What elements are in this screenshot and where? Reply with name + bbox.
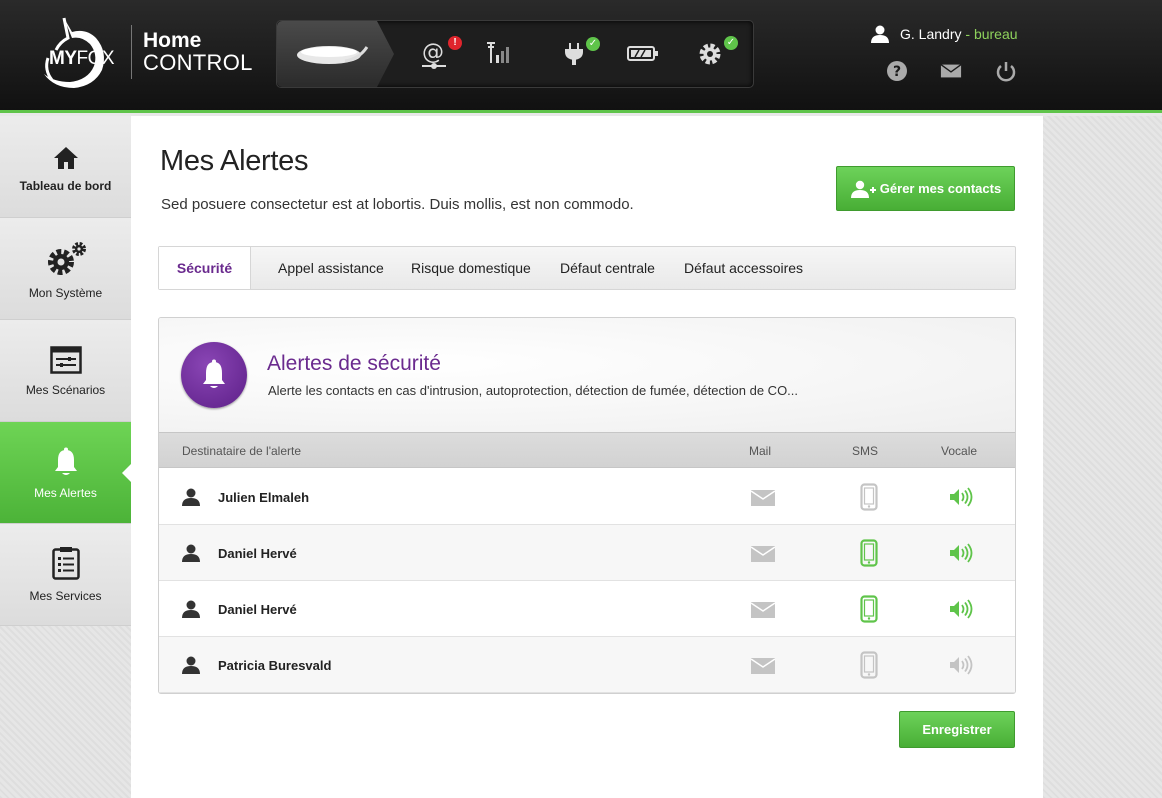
- central-device-icon: [297, 46, 369, 64]
- sidebar-item-services[interactable]: Mes Services: [0, 524, 131, 626]
- page-title: Mes Alertes: [160, 145, 309, 177]
- power-status[interactable]: ✓: [560, 37, 600, 69]
- header-sms: SMS: [852, 444, 879, 458]
- person-icon: [182, 600, 200, 618]
- home-icon: [54, 147, 78, 169]
- system-status[interactable]: ✓: [696, 36, 738, 69]
- person-icon: [182, 656, 200, 674]
- tab-defaut-accessoires[interactable]: Défaut accessoires: [684, 247, 803, 289]
- recipient-name: Patricia Buresvald: [218, 658, 332, 673]
- at-sign-icon: @: [422, 40, 446, 69]
- recipient-name: Julien Elmaleh: [218, 490, 310, 505]
- sidebar: Tableau de bord Mon Système Mes Scénario…: [0, 116, 132, 798]
- sidebar-item-label: Mon Système: [28, 286, 103, 300]
- battery-status[interactable]: [627, 39, 658, 69]
- right-background: [1043, 116, 1162, 798]
- save-button[interactable]: Enregistrer: [899, 711, 1015, 748]
- brand-divider: [131, 25, 132, 79]
- mail-toggle-icon[interactable]: [751, 658, 775, 674]
- table-row: Daniel Hervé: [159, 581, 1015, 637]
- vocal-toggle-icon[interactable]: [949, 655, 975, 675]
- sidebar-item-label: Mes Scénarios: [25, 383, 106, 397]
- signal-status[interactable]: [485, 39, 515, 69]
- page-subtitle: Sed posuere consectetur est at lobortis.…: [161, 196, 634, 213]
- bell-icon: [55, 447, 77, 475]
- table-row: Patricia Buresvald: [159, 637, 1015, 693]
- alert-tabs: Sécurité Appel assistance Risque domesti…: [158, 246, 1016, 290]
- person-icon: [182, 544, 200, 562]
- mail-toggle-icon[interactable]: [751, 546, 775, 562]
- vocal-toggle-icon[interactable]: [949, 599, 975, 619]
- email-alert-badge: !: [448, 36, 462, 50]
- contacts-icon: [851, 180, 876, 198]
- table-row: Julien Elmaleh: [159, 469, 1015, 525]
- clipboard-icon: [52, 547, 80, 580]
- mail-toggle-icon[interactable]: [751, 490, 775, 506]
- vocal-toggle-icon[interactable]: [949, 543, 975, 563]
- security-alerts-panel: Alertes de sécurité Alerte les contacts …: [158, 317, 1016, 694]
- header-vocal: Vocale: [941, 444, 978, 458]
- brand-line2: CONTROL: [143, 50, 253, 75]
- gears-icon: [48, 242, 86, 275]
- tab-risque-domestique[interactable]: Risque domestique: [411, 247, 531, 289]
- manage-contacts-button[interactable]: Gérer mes contacts: [836, 166, 1015, 211]
- status-bar: @ ! ✓ ✓: [276, 20, 754, 88]
- scenario-icon: [50, 346, 82, 374]
- manage-contacts-label: Gérer mes contacts: [879, 181, 1002, 196]
- sms-toggle-icon[interactable]: [860, 483, 878, 511]
- top-header: MYFOX Home CONTROL @ ! ✓ ✓ G. Landry - b…: [0, 0, 1162, 113]
- tab-securite[interactable]: Sécurité: [159, 247, 251, 289]
- main-content: Mes Alertes Sed posuere consectetur est …: [131, 116, 1043, 798]
- help-icon[interactable]: ?: [886, 60, 908, 82]
- recipient-name: Daniel Hervé: [218, 546, 297, 561]
- panel-title: Alertes de sécurité: [267, 352, 441, 375]
- panel-description: Alerte les contacts en cas d'intrusion, …: [268, 383, 799, 398]
- email-status[interactable]: @ !: [420, 36, 462, 69]
- signal-icon: [487, 42, 509, 63]
- sms-toggle-icon[interactable]: [860, 539, 878, 567]
- svg-text:?: ?: [893, 64, 901, 80]
- logo-text: MYFOX: [49, 48, 115, 69]
- battery-icon: [627, 46, 658, 61]
- svg-text:@: @: [422, 40, 444, 65]
- alert-badge: [181, 342, 247, 408]
- table-header: Destinataire de l'alerte Mail SMS Vocale: [159, 432, 1015, 468]
- user-location-sep: -: [961, 26, 974, 42]
- sidebar-item-dashboard[interactable]: Tableau de bord: [0, 116, 131, 218]
- user-name: G. Landry: [900, 26, 962, 42]
- brand-name: Home CONTROL: [143, 30, 253, 74]
- header-recipient: Destinataire de l'alerte: [182, 444, 302, 458]
- panel-header: Alertes de sécurité Alerte les contacts …: [159, 318, 1015, 432]
- power-ok-badge: ✓: [586, 37, 600, 51]
- table-row: Daniel Hervé: [159, 525, 1015, 581]
- gear-icon: [699, 43, 721, 65]
- user-icon: [871, 25, 889, 43]
- sms-toggle-icon[interactable]: [860, 595, 878, 623]
- power-off-icon[interactable]: [995, 60, 1017, 82]
- messages-icon[interactable]: [940, 60, 962, 82]
- bell-icon: [203, 359, 225, 388]
- person-icon: [182, 488, 200, 506]
- header-mail: Mail: [749, 444, 772, 458]
- sms-toggle-icon[interactable]: [860, 651, 878, 679]
- vocal-toggle-icon[interactable]: [949, 487, 975, 507]
- tab-appel-assistance[interactable]: Appel assistance: [278, 247, 384, 289]
- recipient-name: Daniel Hervé: [218, 602, 297, 617]
- system-ok-badge: ✓: [724, 36, 738, 50]
- sidebar-item-scenarios[interactable]: Mes Scénarios: [0, 320, 131, 422]
- sidebar-item-label: Mes Services: [29, 589, 102, 603]
- brand-line1: Home: [143, 29, 202, 52]
- sidebar-item-label: Mes Alertes: [34, 486, 97, 500]
- user-account[interactable]: G. Landry - bureau: [900, 26, 1018, 42]
- device-tab[interactable]: [277, 21, 394, 87]
- sidebar-item-label: Tableau de bord: [19, 179, 112, 193]
- tab-defaut-centrale[interactable]: Défaut centrale: [560, 247, 655, 289]
- sidebar-item-system[interactable]: Mon Système: [0, 218, 131, 320]
- myfox-logo[interactable]: MYFOX: [34, 12, 118, 92]
- user-location: bureau: [973, 26, 1018, 42]
- mail-toggle-icon[interactable]: [751, 602, 775, 618]
- sidebar-item-alerts[interactable]: Mes Alertes: [0, 422, 132, 524]
